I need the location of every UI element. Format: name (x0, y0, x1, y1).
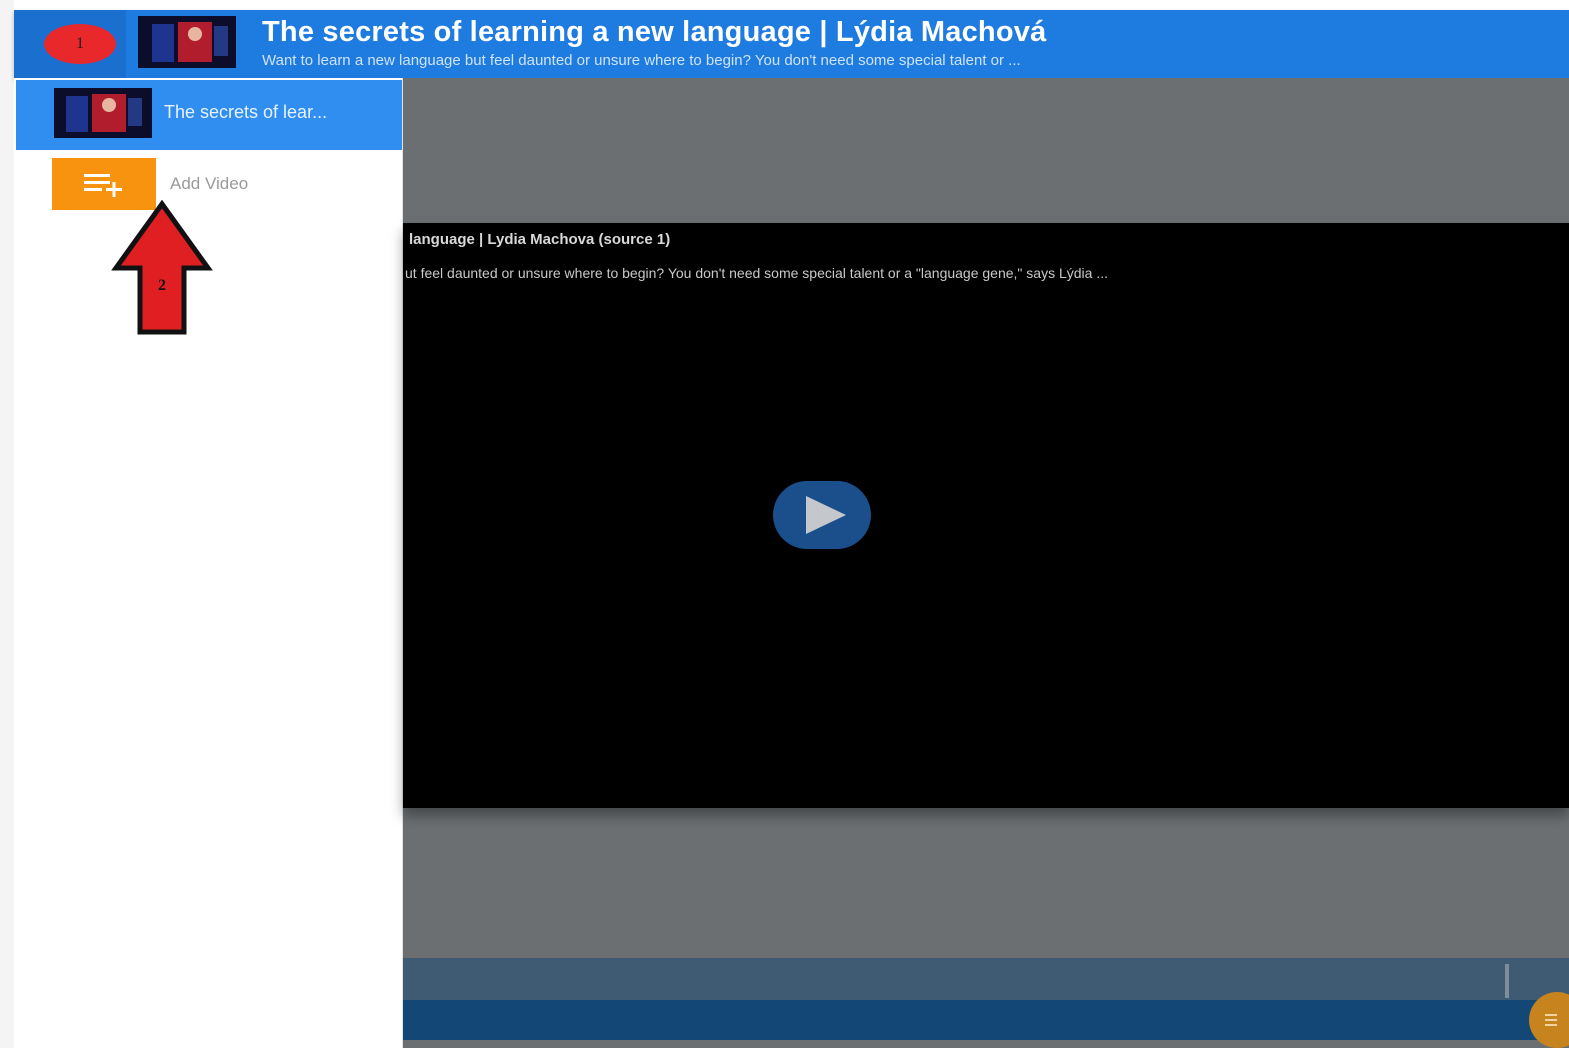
player-area: language | Lydia Machova (source 1) ut f… (403, 78, 1569, 1048)
playlist-sidebar: The secrets of lear... Add Video 2 (14, 78, 403, 1048)
playlist-add-icon (84, 174, 122, 197)
player-footer-bar (403, 1000, 1569, 1040)
annotation-badge-1: 1 (44, 24, 116, 64)
up-arrow-annotation: 2 (111, 200, 213, 335)
header-bar: 1 The secrets of learning a new language… (14, 10, 1569, 78)
playlist-item-label: The secrets of lear... (164, 102, 328, 122)
header-video-thumbnail (138, 16, 236, 68)
header-menu-zone[interactable]: 1 (14, 10, 126, 78)
menu-icon (1545, 1014, 1557, 1026)
annotation-number-2: 2 (158, 277, 166, 294)
video-title: The secrets of learning a new language |… (262, 16, 1047, 48)
progress-marker[interactable] (1505, 964, 1509, 998)
play-button[interactable] (773, 481, 871, 549)
window-edge (0, 0, 14, 1048)
playlist-item-thumbnail (54, 88, 152, 138)
add-video-label: Add Video (170, 174, 249, 193)
add-video-row[interactable]: Add Video (52, 158, 402, 210)
playlist-item-selected[interactable]: The secrets of lear... (16, 80, 402, 150)
video-subtitle: Want to learn a new language but feel da… (262, 52, 1021, 69)
video-player[interactable]: language | Lydia Machova (source 1) ut f… (403, 223, 1569, 808)
player-controls-bar[interactable] (403, 958, 1569, 1000)
play-icon (806, 496, 846, 534)
player-video-description: ut feel daunted or unsure where to begin… (405, 265, 1108, 281)
player-video-title: language | Lydia Machova (source 1) (409, 231, 671, 248)
